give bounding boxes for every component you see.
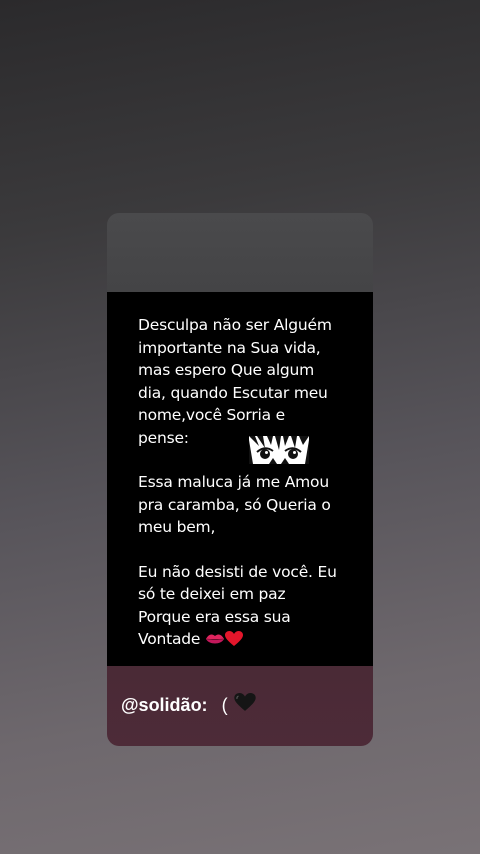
black-heart-icon xyxy=(233,693,256,717)
post-paragraph-1: Desculpa não ser Alguém importante na Su… xyxy=(138,316,332,447)
suffix-text: ( xyxy=(221,694,228,715)
kiss-lips-icon xyxy=(205,631,225,654)
username-link[interactable]: @solidão: xyxy=(121,695,208,716)
username-suffix: ( xyxy=(222,693,256,717)
red-heart-icon xyxy=(225,631,243,654)
card-footer: @solidão: ( xyxy=(107,666,373,746)
post-paragraph-3: Eu não desisti de você. Eu só te deixei … xyxy=(138,561,360,654)
post-text: Desculpa não ser Alguém importante na Su… xyxy=(138,314,360,654)
anime-eyes-sticker-icon xyxy=(249,436,309,464)
post-body: Desculpa não ser Alguém importante na Su… xyxy=(107,292,373,666)
post-paragraph-2: Essa maluca já me Amou pra caramba, só Q… xyxy=(138,473,331,536)
story-card: Desculpa não ser Alguém importante na Su… xyxy=(107,213,373,746)
username-row: @solidão: ( xyxy=(121,690,256,720)
card-top-band xyxy=(107,213,373,292)
